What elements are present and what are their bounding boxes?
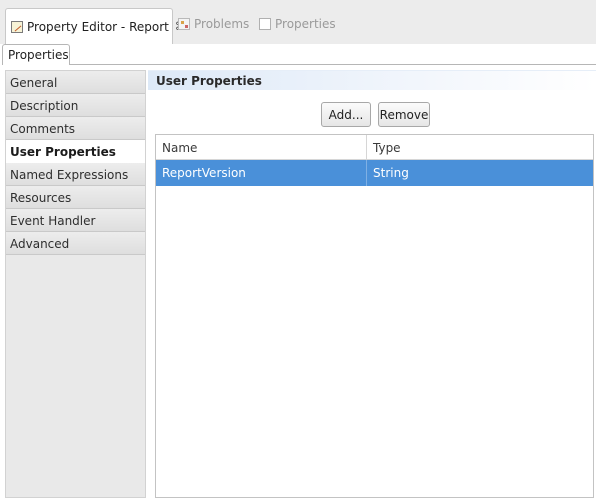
cell-name: ReportVersion [156,160,367,186]
tab-properties-view[interactable]: Properties [259,10,336,38]
tab-properties-view-label: Properties [275,17,336,31]
category-event-handler[interactable]: Event Handler [6,209,145,232]
table-header: Name Type [156,135,593,160]
column-header-name[interactable]: Name [156,135,367,159]
category-general[interactable]: General [6,71,145,94]
column-header-type[interactable]: Type [367,135,593,159]
category-advanced[interactable]: Advanced [6,232,145,255]
cell-type: String [373,166,409,180]
problems-icon [178,18,190,30]
category-comments[interactable]: Comments [6,117,145,140]
category-user-properties[interactable]: User Properties [6,140,145,163]
tab-property-editor[interactable]: Property Editor - Report ⌘ [5,8,186,44]
category-description[interactable]: Description [6,94,145,117]
table-row[interactable]: ReportVersion String [156,160,593,186]
report-editor-icon [11,20,23,33]
tab-property-editor-label: Property Editor - Report [27,19,169,34]
tab-problems[interactable]: Problems [178,10,249,38]
remove-button[interactable]: Remove [378,102,430,127]
category-named-expressions[interactable]: Named Expressions [6,163,145,186]
category-resources[interactable]: Resources [6,186,145,209]
properties-icon [259,18,271,30]
user-properties-table: Name Type ReportVersion String [155,134,594,498]
tab-problems-label: Problems [194,17,250,31]
category-list: General Description Comments User Proper… [5,70,146,498]
view-tab-bar: Property Editor - Report ⌘ Problems Prop… [0,0,596,44]
add-button[interactable]: Add... [321,102,371,127]
tab-properties[interactable]: Properties [2,44,70,65]
section-title: User Properties [148,70,596,90]
tab-divider [70,64,596,65]
